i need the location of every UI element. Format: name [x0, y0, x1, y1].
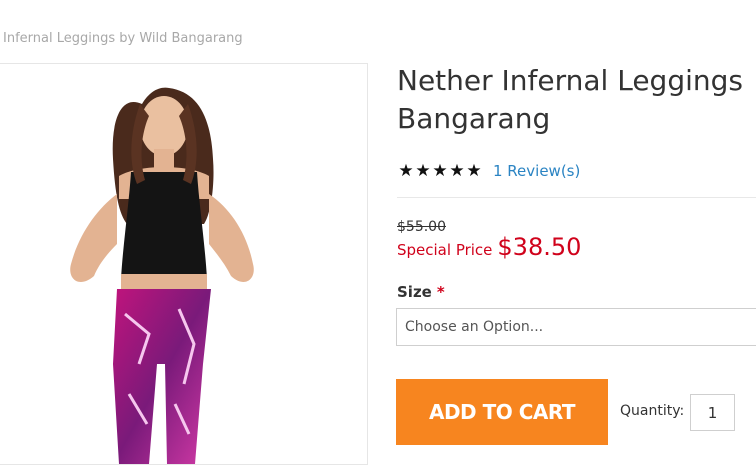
rating-row: ★ ★ ★ ★ ★ 1 Review(s): [397, 160, 580, 182]
special-price-label: Special Price: [397, 241, 493, 259]
size-select-value: Choose an Option...: [405, 319, 544, 335]
star-icon: ★: [466, 161, 481, 181]
size-label: Size *: [397, 283, 445, 301]
divider: [397, 197, 756, 198]
special-price-row: Special Price $38.50: [397, 233, 581, 261]
size-label-text: Size: [397, 283, 432, 301]
star-icon: ★: [415, 161, 430, 181]
add-to-cart-button[interactable]: ADD TO CART: [396, 379, 608, 445]
product-image-frame[interactable]: [0, 63, 368, 465]
reviews-link[interactable]: 1 Review(s): [493, 162, 580, 180]
breadcrumb-current: Infernal Leggings by Wild Bangarang: [3, 31, 243, 46]
quantity-label: Quantity:: [620, 403, 685, 419]
rating-stars: ★ ★ ★ ★ ★: [397, 161, 482, 181]
star-icon: ★: [398, 161, 413, 181]
product-title: Nether Infernal Leggings Bangarang: [397, 62, 756, 138]
required-marker: *: [436, 283, 445, 301]
special-price-value: $38.50: [497, 233, 582, 261]
product-title-line2: Bangarang: [397, 102, 551, 135]
product-image: [70, 87, 254, 464]
breadcrumb: Infernal Leggings by Wild Bangarang: [3, 31, 243, 46]
product-title-line1: Nether Infernal Leggings: [397, 64, 743, 97]
quantity-input[interactable]: [690, 394, 735, 431]
size-select[interactable]: Choose an Option...: [396, 308, 756, 346]
star-icon: ★: [449, 161, 464, 181]
star-icon: ★: [432, 161, 447, 181]
